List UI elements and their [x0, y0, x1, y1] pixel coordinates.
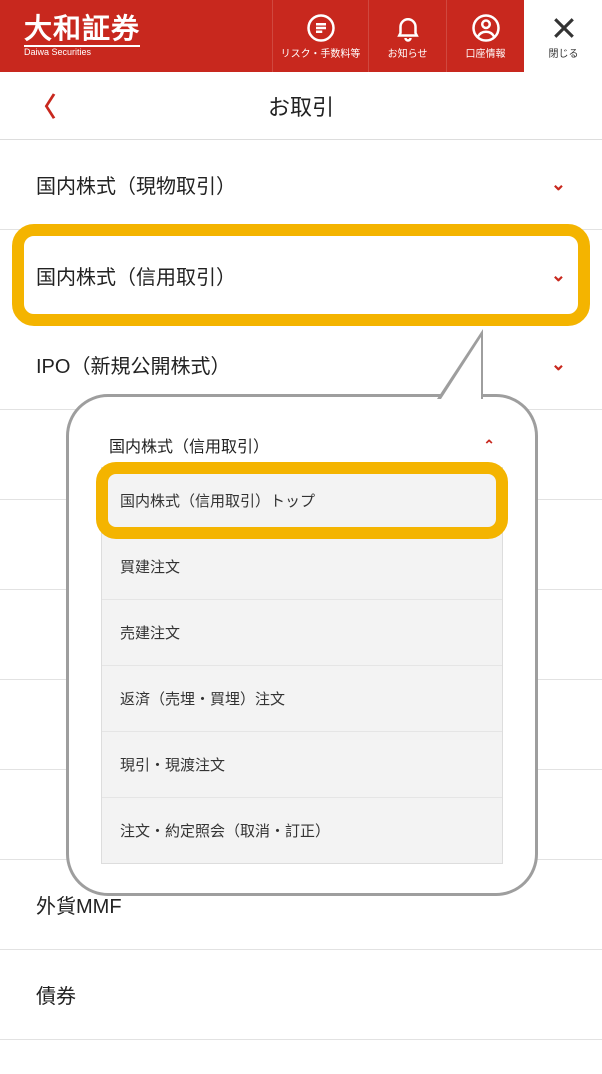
logo: 大和証券 Daiwa Securities	[0, 0, 272, 72]
chevron-down-icon: ⌄	[551, 174, 566, 195]
header-close-label: 閉じる	[549, 45, 579, 60]
submenu-item-buy[interactable]: 買建注文	[102, 533, 502, 599]
row-label: 国内株式（信用取引）	[36, 261, 236, 290]
document-icon	[306, 13, 336, 43]
header-account-label: 口座情報	[466, 45, 506, 60]
submenu-item-label: 現引・現渡注文	[120, 757, 225, 774]
submenu-item-inquiry[interactable]: 注文・約定照会（取消・訂正）	[102, 797, 502, 863]
submenu-header-label: 国内株式（信用取引）	[109, 433, 269, 457]
row-bond[interactable]: 債券	[0, 950, 602, 1040]
header-close-button[interactable]: 閉じる	[524, 0, 602, 72]
submenu-callout: 国内株式（信用取引） ⌃ 国内株式（信用取引）トップ 買建注文 売建注文 返済（…	[66, 394, 538, 896]
row-cash-stock[interactable]: 国内株式（現物取引） ⌄	[0, 140, 602, 230]
submenu-item-repay[interactable]: 返済（売埋・買埋）注文	[102, 665, 502, 731]
close-icon	[549, 13, 579, 43]
title-bar: 〈 お取引	[0, 72, 602, 140]
submenu-item-label: 国内株式（信用取引）トップ	[120, 493, 315, 510]
row-label: 国内株式（現物取引）	[36, 170, 236, 199]
logo-sub: Daiwa Securities	[24, 47, 272, 57]
logo-main: 大和証券	[24, 15, 140, 47]
person-circle-icon	[471, 13, 501, 43]
page-title: お取引	[20, 90, 582, 122]
chevron-up-icon: ⌃	[483, 437, 495, 454]
row-margin-stock[interactable]: 国内株式（信用取引） ⌄	[0, 230, 602, 320]
submenu-item-label: 売建注文	[120, 625, 180, 642]
submenu-item-sell[interactable]: 売建注文	[102, 599, 502, 665]
header-notice-label: お知らせ	[388, 45, 428, 60]
app-header: 大和証券 Daiwa Securities リスク・手数料等 お知らせ 口座情報…	[0, 0, 602, 72]
header-risk-button[interactable]: リスク・手数料等	[272, 0, 368, 72]
header-notice-button[interactable]: お知らせ	[368, 0, 446, 72]
bell-icon	[393, 13, 423, 43]
row-label: IPO（新規公開株式）	[36, 350, 230, 379]
submenu-item-label: 返済（売埋・買埋）注文	[120, 691, 285, 708]
chevron-down-icon: ⌄	[551, 354, 566, 375]
submenu-item-top[interactable]: 国内株式（信用取引）トップ	[102, 467, 502, 533]
submenu-list: 国内株式（信用取引）トップ 買建注文 売建注文 返済（売埋・買埋）注文 現引・現…	[101, 467, 503, 864]
back-chevron-icon[interactable]: 〈	[30, 87, 56, 124]
header-account-button[interactable]: 口座情報	[446, 0, 524, 72]
header-risk-label: リスク・手数料等	[281, 45, 361, 60]
submenu-item-actual[interactable]: 現引・現渡注文	[102, 731, 502, 797]
submenu-item-label: 注文・約定照会（取消・訂正）	[120, 823, 330, 840]
submenu-item-label: 買建注文	[120, 559, 180, 576]
row-label: 債券	[36, 980, 76, 1009]
submenu-header[interactable]: 国内株式（信用取引） ⌃	[101, 433, 503, 467]
chevron-down-icon: ⌄	[551, 265, 566, 286]
